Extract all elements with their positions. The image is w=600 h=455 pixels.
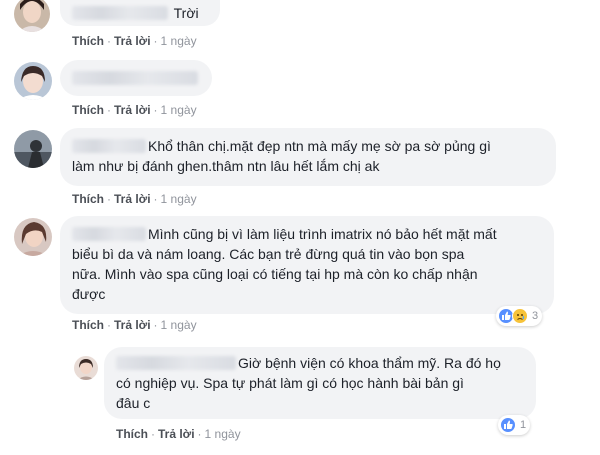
separator: · [107,192,111,206]
comment-bubble: Trời [60,0,220,26]
separator: · [107,318,111,332]
avatar[interactable] [14,218,52,256]
sad-reaction-icon [512,308,528,324]
timestamp[interactable]: 1 ngày [161,34,197,48]
timestamp[interactable]: 1 ngày [161,192,197,206]
comment-text-line: biểu bì da và nám loang. Các bạn trẻ đừn… [72,246,465,262]
user-photo-icon [14,62,52,100]
comment-actions: Thích · Trả lời · 1 ngày [116,427,241,441]
reaction-count: 3 [532,310,539,322]
timestamp[interactable]: 1 ngày [161,318,197,332]
comment-text-line: được [72,286,106,302]
blurred-author-name[interactable] [72,6,168,20]
user-photo-icon [74,356,98,380]
avatar[interactable] [14,0,50,32]
comment-actions: Thích · Trả lời · 1 ngày [72,192,197,206]
comment-text-line: đâu c [116,395,151,411]
reply-link[interactable]: Trả lời [158,427,195,441]
blurred-author-name[interactable] [72,139,146,153]
comment-text-line: nữa. Mình vào spa cũng loại có tiếng tại… [72,266,478,282]
avatar[interactable] [74,356,98,380]
user-photo-icon [14,130,52,168]
separator: · [153,318,158,332]
comment-text-line: có nghiệp vụ. Spa tự phát làm gì có học … [116,375,464,391]
avatar[interactable] [14,130,52,168]
comment-text-line: Giờ bệnh viện có khoa thẩm mỹ. Ra đó họ [238,355,501,371]
like-link[interactable]: Thích [72,34,104,48]
separator: · [153,34,158,48]
like-link[interactable]: Thích [72,192,104,206]
separator: · [107,34,111,48]
separator: · [107,103,111,117]
reply-link[interactable]: Trả lời [114,318,151,332]
comment-text-line: Mình cũng bị vì làm liệu trình imatrix n… [148,226,497,242]
comment-actions: Thích · Trả lời · 1 ngày [72,34,197,48]
comment-actions: Thích · Trả lời · 1 ngày [72,318,197,332]
timestamp[interactable]: 1 ngày [161,103,197,117]
reply-link[interactable]: Trả lời [114,103,151,117]
comment-text-line: làm như bị đánh ghen.thâm ntn lâu hết lắ… [72,158,380,174]
separator: · [153,103,158,117]
reaction-summary[interactable]: 1 [498,415,531,435]
reaction-count: 1 [520,419,527,431]
comment-bubble: Khổ thân chị.mặt đẹp ntn mà mấy mẹ sờ pa… [60,128,556,186]
reaction-summary[interactable]: 3 [496,306,543,326]
reply-link[interactable]: Trả lời [114,34,151,48]
reply-link[interactable]: Trả lời [114,192,151,206]
like-link[interactable]: Thích [116,427,148,441]
like-reaction-icon [500,417,516,433]
comment-text-line: Khổ thân chị.mặt đẹp ntn mà mấy mẹ sờ pa… [148,138,491,154]
comment-bubble [60,60,212,96]
comment-actions: Thích · Trả lời · 1 ngày [72,103,197,117]
separator: · [151,427,155,441]
separator: · [153,192,158,206]
blurred-author-name[interactable] [72,227,146,241]
comment-bubble: Giờ bệnh viện có khoa thẩm mỹ. Ra đó họ … [104,347,536,419]
blurred-author-name[interactable] [72,71,198,85]
user-photo-icon [14,0,50,32]
comment-text: Trời [173,5,199,21]
timestamp[interactable]: 1 ngày [205,427,241,441]
user-photo-icon [14,218,52,256]
blurred-author-name[interactable] [116,356,236,370]
comment-bubble: Mình cũng bị vì làm liệu trình imatrix n… [60,216,554,314]
avatar[interactable] [14,62,52,100]
separator: · [197,427,202,441]
like-link[interactable]: Thích [72,103,104,117]
like-link[interactable]: Thích [72,318,104,332]
